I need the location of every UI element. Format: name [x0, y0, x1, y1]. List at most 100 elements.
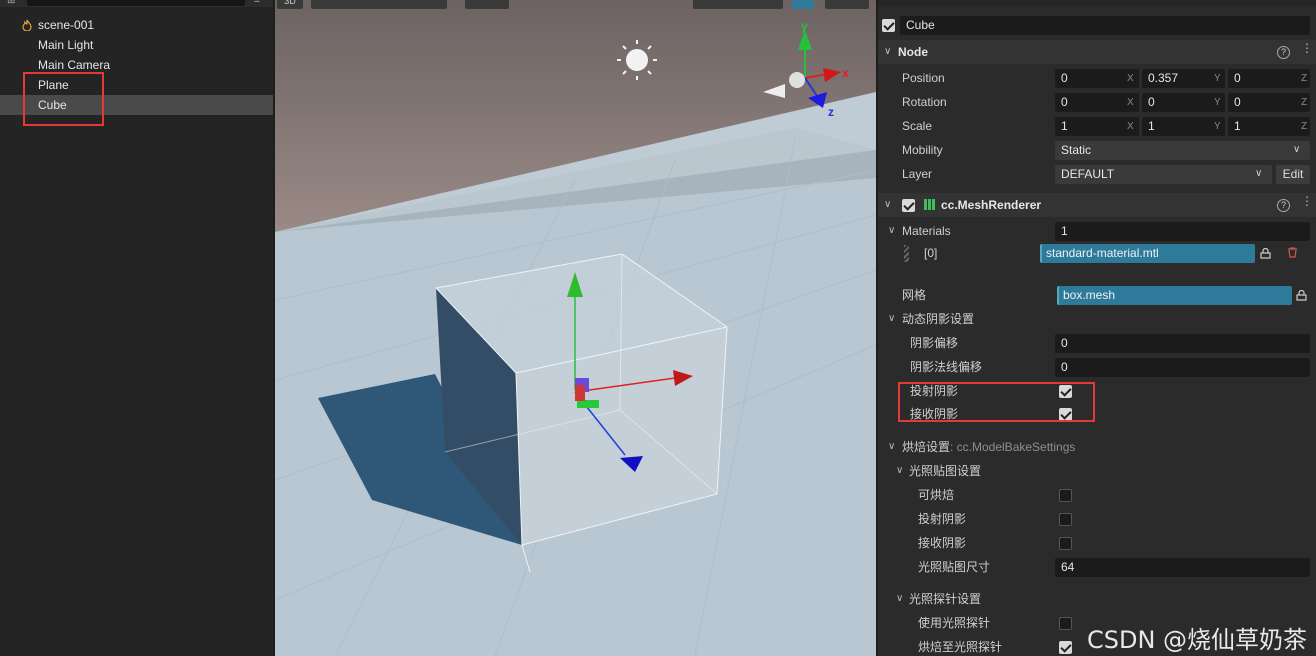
shadow-group-row[interactable]: ∨ 动态阴影设置: [878, 308, 1316, 330]
locate-asset-icon[interactable]: [1296, 290, 1307, 301]
bakeable-checkbox[interactable]: [1059, 489, 1072, 502]
materials-row: ∨ Materials 1: [878, 220, 1316, 242]
rotation-z-input[interactable]: 0: [1228, 93, 1310, 112]
scale-y-input[interactable]: 1: [1142, 117, 1225, 136]
bake-group-row[interactable]: ∨ 烘焙设置 : cc.ModelBakeSettings: [878, 436, 1316, 458]
shadow-normal-bias-input[interactable]: 0: [1055, 358, 1310, 377]
layer-label: Layer: [902, 167, 933, 181]
rotation-row: Rotation 0 X 0 Y 0 Z: [878, 91, 1316, 113]
axis-y-label: Y: [1214, 121, 1221, 132]
probe-group-row[interactable]: ∨ 光照探针设置: [878, 588, 1316, 610]
bake-to-probe-checkbox[interactable]: [1059, 641, 1072, 654]
hierarchy-menu-icon[interactable]: ≡: [254, 0, 266, 6]
lm-receive-checkbox[interactable]: [1059, 537, 1072, 550]
shadow-normal-bias-row: 阴影法线偏移 0: [878, 356, 1316, 378]
tree-item-plane[interactable]: Plane: [0, 75, 273, 95]
mesh-row: 网格 box.mesh: [878, 284, 1316, 306]
hierarchy-search-input[interactable]: [27, 0, 245, 6]
lm-size-input[interactable]: 64: [1055, 558, 1310, 577]
node-active-checkbox[interactable]: [882, 19, 895, 32]
receive-shadow-checkbox[interactable]: [1059, 408, 1072, 421]
inspector-panel: Cube ∨ Node ? ⋮ Position 0 X 0.357 Y 0 Z…: [878, 0, 1316, 656]
svg-text:y: y: [801, 19, 808, 33]
view-mode-button[interactable]: 3D: [277, 0, 303, 9]
scale-z-input[interactable]: 1: [1228, 117, 1310, 136]
scene-camera-button[interactable]: [792, 0, 814, 9]
more-icon[interactable]: ⋮: [1301, 195, 1313, 213]
tree-item-scene[interactable]: scene-001: [0, 15, 273, 35]
material-asset-field[interactable]: standard-material.mtl: [1040, 244, 1255, 263]
add-node-icon[interactable]: ⊞: [7, 0, 17, 6]
chevron-down-icon: ∨: [896, 593, 904, 604]
node-section-header[interactable]: ∨ Node ? ⋮: [878, 40, 1316, 64]
scene-label: scene-001: [38, 18, 95, 32]
chevron-down-icon[interactable]: ∨: [888, 225, 895, 236]
chevron-down-icon: ∨: [884, 199, 892, 210]
mobility-select[interactable]: Static: [1055, 141, 1310, 160]
chevron-down-icon: ∨: [888, 441, 896, 452]
scale-row: Scale 1 X 1 Y 1 Z: [878, 115, 1316, 137]
mesh-asset-field[interactable]: box.mesh: [1057, 286, 1292, 305]
help-icon[interactable]: ?: [1277, 46, 1290, 59]
axis-z-label: Z: [1301, 121, 1308, 132]
component-enabled-checkbox[interactable]: [902, 199, 915, 212]
help-icon[interactable]: ?: [1277, 199, 1290, 212]
snap-tools[interactable]: [465, 0, 509, 9]
transform-tools[interactable]: [311, 0, 447, 9]
trash-icon[interactable]: [1287, 247, 1298, 258]
cast-shadow-label: 投射阴影: [910, 384, 959, 398]
mesh-renderer-header[interactable]: ∨ cc.MeshRenderer ? ⋮: [878, 193, 1316, 217]
position-z-input[interactable]: 0: [1228, 69, 1310, 88]
layer-row: Layer DEFAULT ∨ Edit: [878, 163, 1316, 185]
hierarchy-panel: ⊞ ≡ scene-001 Main Light Main Camera Pla…: [0, 0, 273, 656]
mobility-row: Mobility Static ∨: [878, 139, 1316, 161]
lightmap-group-row[interactable]: ∨ 光照贴图设置: [878, 460, 1316, 482]
lm-cast-row: 投射阴影: [878, 508, 1316, 530]
view-dropdown[interactable]: [693, 0, 783, 9]
tree-item-cube[interactable]: Cube: [0, 95, 273, 115]
rotation-y-input[interactable]: 0: [1142, 93, 1225, 112]
material-0-row: [0] standard-material.mtl: [878, 242, 1316, 264]
scene-viewport[interactable]: x y z 3D: [275, 0, 876, 656]
cast-shadow-checkbox[interactable]: [1059, 385, 1072, 398]
axis-x-label: X: [1127, 73, 1134, 84]
tree-item-label: Main Light: [38, 38, 94, 52]
bakeable-row: 可烘焙: [878, 484, 1316, 506]
node-name-input[interactable]: Cube: [900, 16, 1310, 35]
materials-count-input[interactable]: 1: [1055, 222, 1310, 241]
lightmap-group-label: 光照贴图设置: [909, 464, 982, 478]
tree-item-label: Main Camera: [38, 58, 111, 72]
more-icon[interactable]: ⋮: [1301, 42, 1313, 60]
tree-item-main-camera[interactable]: Main Camera: [0, 55, 273, 75]
shadow-bias-row: 阴影偏移 0: [878, 332, 1316, 354]
probe-group-label: 光照探针设置: [909, 592, 982, 606]
locate-asset-icon[interactable]: [1260, 248, 1271, 259]
bake-group-type: : cc.ModelBakeSettings: [950, 440, 1076, 454]
lm-cast-checkbox[interactable]: [1059, 513, 1072, 526]
layer-select[interactable]: DEFAULT: [1055, 165, 1272, 184]
use-probe-label: 使用光照探针: [918, 616, 991, 630]
lm-size-row: 光照贴图尺寸 64: [878, 556, 1316, 578]
axis-y-label: Y: [1214, 73, 1221, 84]
position-y-input[interactable]: 0.357: [1142, 69, 1225, 88]
mesh-label: 网格: [902, 288, 927, 302]
scale-label: Scale: [902, 119, 933, 133]
bake-to-probe-label: 烘焙至光照探针: [918, 640, 1003, 654]
shadow-bias-input[interactable]: 0: [1055, 334, 1310, 353]
tree-item-label: Cube: [38, 98, 67, 112]
chevron-down-icon: ∨: [896, 465, 904, 476]
layer-edit-button[interactable]: Edit: [1276, 165, 1310, 184]
position-row: Position 0 X 0.357 Y 0 Z: [878, 67, 1316, 89]
chevron-down-icon: ∨: [888, 313, 896, 324]
rotation-label: Rotation: [902, 95, 947, 109]
receive-shadow-row: 接收阴影: [878, 403, 1316, 425]
bake-group-label: 烘焙设置: [902, 440, 951, 454]
receive-shadow-label: 接收阴影: [910, 407, 959, 421]
axis-z-label: Z: [1301, 97, 1308, 108]
drag-handle-icon[interactable]: [904, 245, 909, 262]
scene-settings-button[interactable]: [825, 0, 869, 9]
use-probe-checkbox[interactable]: [1059, 617, 1072, 630]
tree-item-main-light[interactable]: Main Light: [0, 35, 273, 55]
bakeable-label: 可烘焙: [918, 488, 955, 502]
position-label: Position: [902, 71, 945, 85]
